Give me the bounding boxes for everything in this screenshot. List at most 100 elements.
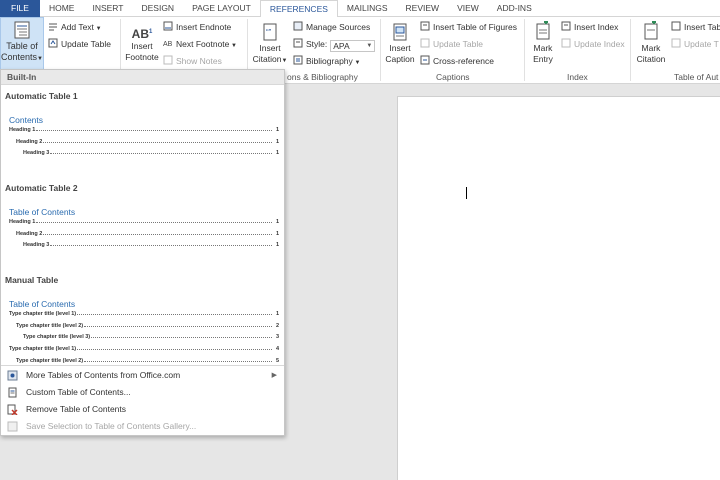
chevron-right-icon: ▶	[271, 372, 277, 379]
tab-home[interactable]: HOME	[40, 0, 84, 17]
next-footnote-icon: AB	[163, 41, 173, 48]
insert-table-of-figures-button[interactable]: Insert Table of Figures	[420, 21, 517, 32]
table-of-contents-icon	[14, 21, 30, 39]
gallery-item-automatic-table-2[interactable]: Automatic Table 2 Table of Contents Head…	[1, 177, 284, 265]
chevron-down-icon: ▼	[229, 43, 237, 49]
cross-reference-icon	[420, 55, 430, 65]
toc-label-line1: Table of	[6, 41, 38, 51]
update-index-icon	[561, 38, 571, 48]
group-divider	[630, 19, 631, 81]
insert-footnote-button[interactable]: AB1 Insert Footnote	[123, 23, 161, 63]
manage-sources-icon	[293, 21, 303, 31]
insert-table-icon	[671, 21, 681, 31]
tab-view[interactable]: VIEW	[448, 0, 488, 17]
mark-citation-icon	[644, 21, 658, 40]
update-table-captions-button[interactable]: Update Table	[420, 38, 483, 49]
toc-preview-row: Heading 11	[9, 127, 279, 133]
save-selection-to-gallery-item[interactable]: Save Selection to Table of Contents Gall…	[1, 418, 284, 435]
tab-mailings[interactable]: MAILINGS	[338, 0, 397, 17]
update-table-icon	[671, 38, 681, 48]
endnote-icon	[163, 21, 173, 31]
toc-preview-heading: Contents	[9, 115, 44, 125]
text-cursor	[466, 187, 467, 199]
group-divider	[524, 19, 525, 81]
tab-file[interactable]: FILE	[0, 0, 40, 17]
tab-add-ins[interactable]: ADD-INS	[488, 0, 541, 17]
gallery-item-manual-table[interactable]: Manual Table Table of Contents Type chap…	[1, 269, 284, 364]
toc-preview-row: Type chapter title (level 2) 5	[16, 357, 279, 364]
toc-preview: Contents Heading 11 Heading 21 Heading 3…	[9, 115, 279, 161]
toc-preview-row: Heading 31	[23, 150, 279, 157]
table-of-figures-icon	[420, 21, 430, 31]
toc-preview-row: Type chapter title (level 3) 3	[23, 334, 279, 341]
captions-group-label: Captions	[436, 72, 470, 82]
chevron-down-icon: ▼	[93, 26, 102, 32]
insert-citation-button[interactable]: “” Insert Citation▼	[250, 23, 290, 67]
bibliography-icon	[293, 55, 303, 65]
mark-citation-button[interactable]: Mark Citation	[633, 21, 669, 65]
update-index-button[interactable]: Update Index	[561, 38, 625, 49]
toc-preview-heading: Table of Contents	[9, 207, 76, 217]
document-icon	[8, 387, 17, 398]
save-icon	[7, 421, 18, 432]
cross-reference-button[interactable]: Cross-reference	[420, 55, 494, 66]
insert-caption-button[interactable]: Insert Caption	[382, 23, 418, 65]
update-table-button[interactable]: Update Table	[48, 38, 111, 49]
table-of-contents-button[interactable]: Table of Contents▼	[0, 17, 44, 70]
remove-table-of-contents-item[interactable]: Remove Table of Contents	[1, 401, 284, 418]
style-selector: Style: APA ▼	[293, 38, 376, 52]
gallery-item-title: Automatic Table 2	[5, 183, 78, 193]
show-notes-icon	[163, 55, 173, 65]
insert-index-icon	[561, 21, 571, 31]
add-text-icon	[49, 23, 57, 31]
toc-label-line2: Contents▼	[1, 52, 43, 62]
toc-preview-row: Heading 21	[16, 138, 279, 145]
citation-icon: “”	[263, 23, 277, 41]
toc-preview: Table of Contents Type chapter title (le…	[9, 299, 279, 364]
tab-page-layout[interactable]: PAGE LAYOUT	[183, 0, 260, 17]
more-tables-of-contents-item[interactable]: More Tables of Contents from Office.com …	[1, 367, 284, 384]
style-dropdown[interactable]: APA ▼	[330, 40, 376, 52]
office-icon	[7, 370, 18, 381]
next-footnote-button[interactable]: AB Next Footnote ▼	[163, 38, 237, 49]
ribbon-tab-bar: FILE HOME INSERT DESIGN PAGE LAYOUT REFE…	[0, 0, 720, 18]
add-text-button[interactable]: Add Text ▼	[48, 21, 102, 32]
manage-sources-button[interactable]: Manage Sources	[293, 21, 370, 32]
index-group-label: Index	[567, 72, 588, 82]
gallery-item-title: Automatic Table 1	[5, 91, 78, 101]
remove-icon	[7, 404, 18, 415]
tab-review[interactable]: REVIEW	[397, 0, 449, 17]
bibliography-button[interactable]: Bibliography ▼	[293, 55, 360, 66]
group-divider	[380, 19, 381, 81]
update-table-of-authorities-button[interactable]: Update T	[671, 38, 719, 49]
toc-preview-row: Heading 11	[9, 219, 279, 225]
mark-entry-icon	[536, 21, 550, 40]
chevron-down-icon: ▼	[352, 60, 361, 66]
toc-preview: Table of Contents Heading 11 Heading 21 …	[9, 207, 279, 253]
tab-references[interactable]: REFERENCES	[259, 0, 338, 18]
table-of-authorities-group-label: Table of Aut	[674, 72, 719, 82]
custom-table-of-contents-item[interactable]: Custom Table of Contents...	[1, 384, 284, 401]
mark-entry-button[interactable]: Mark Entry	[527, 21, 559, 65]
gallery-item-title: Manual Table	[5, 275, 59, 285]
caption-icon	[393, 23, 407, 41]
insert-endnote-button[interactable]: Insert Endnote	[163, 21, 231, 32]
document-page[interactable]	[397, 96, 720, 480]
tab-design[interactable]: DESIGN	[132, 0, 183, 17]
insert-index-button[interactable]: Insert Index	[561, 21, 618, 32]
show-notes-button[interactable]: Show Notes	[163, 55, 222, 66]
insert-table-of-authorities-button[interactable]: Insert Tab	[671, 21, 720, 32]
chevron-down-icon: ▼	[366, 43, 373, 49]
gallery-item-automatic-table-1[interactable]: Automatic Table 1 Contents Heading 11 He…	[1, 85, 284, 173]
tab-insert[interactable]: INSERT	[83, 0, 132, 17]
menu-divider	[1, 365, 284, 366]
toc-preview-row: Type chapter title (level 1) 4	[9, 346, 279, 353]
toc-preview-heading: Table of Contents	[9, 299, 76, 309]
table-of-contents-dropdown: Built-In Automatic Table 1 Contents Head…	[0, 69, 285, 436]
svg-text:“”: “”	[266, 28, 272, 37]
citations-group-label: ons & Bibliography	[287, 72, 358, 82]
toc-preview-row: Heading 31	[23, 242, 279, 249]
chevron-down-icon: ▼	[37, 56, 43, 62]
toc-preview-row: Heading 21	[16, 230, 279, 237]
toc-preview-row: Type chapter title (level 1) 1	[9, 311, 279, 317]
